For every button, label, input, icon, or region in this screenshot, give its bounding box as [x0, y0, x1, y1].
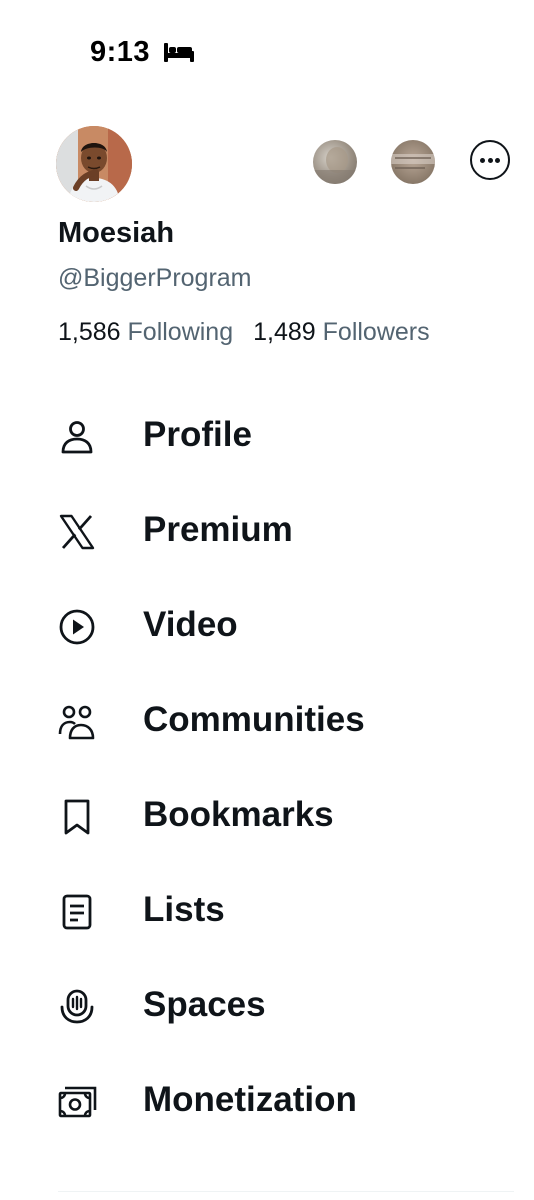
- menu-item-lists[interactable]: Lists: [0, 863, 534, 958]
- navigation-menu: Profile Premium Video Communities Bookma…: [0, 388, 534, 1148]
- user-handle: @BiggerProgram: [58, 264, 252, 292]
- menu-label-premium: Premium: [143, 510, 293, 549]
- menu-item-bookmarks[interactable]: Bookmarks: [0, 768, 534, 863]
- menu-item-premium[interactable]: Premium: [0, 483, 534, 578]
- bed-icon: [164, 43, 194, 62]
- account-switcher-avatar-1[interactable]: [313, 140, 357, 184]
- followers-count: 1,489: [253, 318, 316, 346]
- menu-label-video: Video: [143, 605, 238, 644]
- account-avatar: [391, 154, 435, 169]
- more-options-button[interactable]: [470, 140, 510, 180]
- spaces-mic-icon: [60, 989, 94, 1024]
- bookmark-icon: [64, 799, 90, 835]
- person-icon: [61, 421, 93, 454]
- list-icon: [62, 894, 92, 930]
- following-link[interactable]: 1,586 Following: [58, 318, 233, 346]
- profile-avatar[interactable]: [56, 126, 132, 202]
- following-label: Following: [127, 318, 234, 346]
- menu-item-spaces[interactable]: Spaces: [0, 958, 534, 1053]
- menu-label-communities: Communities: [143, 700, 365, 739]
- account-switcher-avatar-2[interactable]: [391, 140, 435, 184]
- menu-item-monetization[interactable]: Monetization: [0, 1053, 534, 1148]
- menu-item-profile[interactable]: Profile: [0, 388, 534, 483]
- menu-label-spaces: Spaces: [143, 985, 266, 1024]
- communities-icon: [58, 705, 95, 740]
- avatar-illustration: [56, 126, 132, 202]
- x-logo-icon: [59, 514, 95, 550]
- display-name[interactable]: Moesiah: [58, 217, 174, 250]
- menu-label-lists: Lists: [143, 890, 225, 929]
- menu-label-profile: Profile: [143, 415, 252, 454]
- following-count: 1,586: [58, 318, 121, 346]
- menu-item-video[interactable]: Video: [0, 578, 534, 673]
- divider: [58, 1191, 514, 1192]
- money-icon: [58, 1086, 97, 1118]
- followers-link[interactable]: 1,489 Followers: [253, 318, 430, 346]
- menu-label-bookmarks: Bookmarks: [143, 795, 334, 834]
- account-avatar: [313, 147, 357, 184]
- menu-label-monetization: Monetization: [143, 1080, 357, 1119]
- menu-item-communities[interactable]: Communities: [0, 673, 534, 768]
- status-bar: 9:13: [0, 0, 534, 100]
- status-time: 9:13: [90, 36, 151, 68]
- follow-stats: 1,586 Following 1,489 Followers: [58, 318, 430, 347]
- play-circle-icon: [59, 609, 95, 645]
- followers-label: Followers: [322, 318, 430, 346]
